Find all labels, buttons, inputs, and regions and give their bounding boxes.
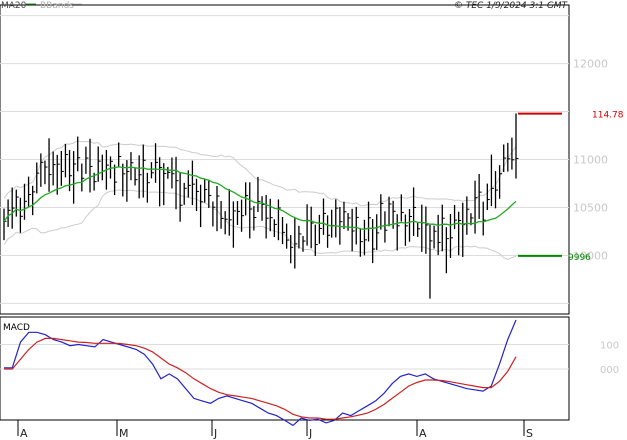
legend-bbands: BBands xyxy=(40,1,74,11)
level-label: 9996 xyxy=(568,253,591,263)
macd-tick-label: 100 xyxy=(600,341,619,352)
month-label: M xyxy=(119,427,129,440)
x-axis: AMJJAS xyxy=(17,420,533,440)
month-label: J xyxy=(308,427,312,440)
legend-ma: MA20 xyxy=(1,1,27,11)
price-tick-label: 11000 xyxy=(573,154,608,167)
month-label: A xyxy=(419,427,427,440)
month-label: S xyxy=(526,427,533,440)
month-label: A xyxy=(20,427,28,440)
level-label: 114.78 xyxy=(592,111,624,121)
price-tick-label: 12000 xyxy=(573,58,608,71)
macd-title: MACD xyxy=(3,323,30,333)
macd-tick-label: 000 xyxy=(600,365,619,376)
price-axis: 10000105001100012000 xyxy=(573,58,608,263)
month-label: J xyxy=(213,427,217,440)
copyright: © TEC 1/9/2024 3:1 GMT xyxy=(454,1,569,11)
price-tick-label: 10500 xyxy=(573,201,608,214)
stock-chart: MA20 BBands © TEC 1/9/2024 3:1 GMT 100 00… xyxy=(0,1,624,440)
